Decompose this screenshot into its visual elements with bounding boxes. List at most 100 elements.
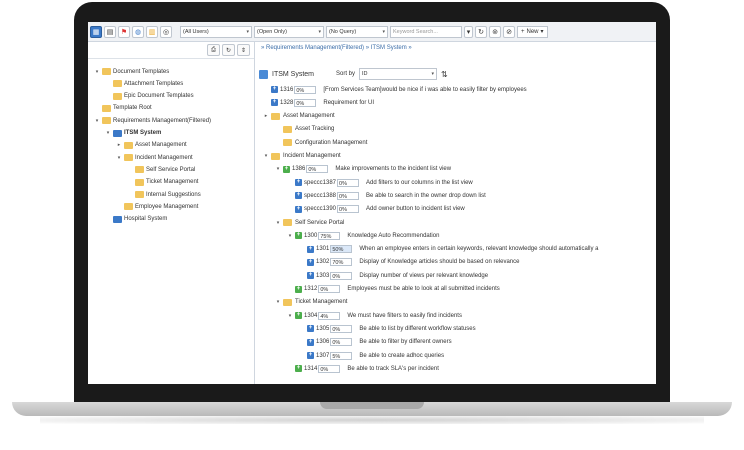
tree-view-icon[interactable]: ▦ <box>90 25 102 38</box>
item-row[interactable]: +1302 70% Display of Knowledge articles sh… <box>299 257 519 268</box>
tree-item[interactable]: Template Root <box>94 103 152 114</box>
item-id[interactable]: 1304 <box>304 313 317 319</box>
tree-item[interactable]: ▾ Requirements Management(Filtered) <box>94 115 211 126</box>
item-row[interactable]: ▾ +1386 0% Make improvements to the inciden… <box>275 164 451 175</box>
breadcrumb[interactable]: » Requirements Management(Filtered) » IT… <box>261 45 412 51</box>
collapse-icon[interactable]: ▸ <box>116 142 122 148</box>
settings-icon[interactable]: ◎ <box>160 25 172 38</box>
item-row[interactable]: +1328 0% Requirement for UI <box>263 97 374 108</box>
keyword-search-input[interactable]: Keyword Search... <box>390 25 462 38</box>
item-row[interactable]: + speccc1388 0% Be able to search in the ow… <box>287 190 486 201</box>
refresh-icon[interactable]: ↻ <box>475 25 487 38</box>
progress-field[interactable]: 0% <box>294 85 317 94</box>
item-row[interactable]: +1303 0% Display number of views per relev… <box>299 270 488 281</box>
progress-field[interactable]: 50% <box>330 245 353 254</box>
expand-icon[interactable]: ▾ <box>275 299 281 305</box>
item-row[interactable]: ▾ +1304 4% We must have filters to easily f… <box>287 310 462 321</box>
progress-field[interactable]: 0% <box>318 285 341 293</box>
tree-item[interactable]: Attachment Templates <box>105 78 183 89</box>
item-id[interactable]: 1300 <box>304 233 317 239</box>
progress-field[interactable]: 0% <box>294 98 317 107</box>
tree-item[interactable]: ▾ ITSM System <box>105 128 161 139</box>
item-id[interactable]: speccc1388 <box>304 193 336 199</box>
tree-item[interactable]: ▸ Asset Management <box>116 140 187 151</box>
collapse-icon[interactable]: ▸ <box>263 113 269 119</box>
expand-icon[interactable]: ▾ <box>287 233 293 239</box>
folder-row[interactable]: ▸ Asset Management <box>263 111 335 122</box>
expand-icon[interactable]: ▾ <box>263 153 269 159</box>
tree-item[interactable]: Hospital System <box>105 214 167 225</box>
query-filter-select[interactable]: (No Query) ▾ <box>326 25 388 38</box>
progress-field[interactable]: 4% <box>318 311 341 320</box>
expand-icon[interactable]: ▾ <box>94 118 100 124</box>
progress-field[interactable]: 75% <box>318 231 341 240</box>
progress-field[interactable]: 0% <box>330 324 353 333</box>
item-row[interactable]: ▾ +1300 75% Knowledge Auto Recommendation <box>287 230 439 241</box>
item-id[interactable]: 1386 <box>292 166 305 172</box>
item-row[interactable]: + speccc1390 0% Add owner button to inciden… <box>287 204 465 215</box>
sort-direction-icon[interactable]: ⇅ <box>441 70 448 79</box>
progress-field[interactable]: 5% <box>330 351 353 360</box>
expand-icon[interactable]: ▾ <box>105 130 111 136</box>
progress-field[interactable]: 0% <box>306 165 329 174</box>
item-row[interactable]: +1307 5% Be able to create adhoc queries <box>299 350 444 361</box>
progress-field[interactable]: 0% <box>337 191 360 200</box>
progress-field[interactable]: 0% <box>337 178 360 187</box>
tree-item[interactable]: ▾ Incident Management <box>116 152 193 163</box>
item-id[interactable]: 1328 <box>280 100 293 106</box>
progress-field[interactable]: 0% <box>337 205 360 214</box>
sort-select[interactable]: ID ▾ <box>359 68 438 80</box>
item-id[interactable]: 1306 <box>316 339 329 345</box>
progress-field[interactable]: 0% <box>330 271 353 280</box>
folder-row[interactable]: ▾ Self Service Portal <box>275 217 344 228</box>
folder-row[interactable]: Asset Tracking <box>275 124 334 135</box>
tree-item[interactable]: ▾ Document Templates <box>94 66 169 77</box>
progress-field[interactable]: 0% <box>318 364 341 373</box>
users-filter-select[interactable]: (All Users) ▾ <box>180 25 252 38</box>
search-dropdown-icon[interactable]: ▾ <box>464 25 473 38</box>
tree-item[interactable]: Epic Document Templates <box>105 91 194 102</box>
expand-icon[interactable]: ▾ <box>287 313 293 319</box>
item-row[interactable]: +1312 0% Employees must be able to look at… <box>287 284 500 295</box>
item-id[interactable]: 1303 <box>316 273 329 279</box>
new-button[interactable]: + New ▾ <box>517 25 548 38</box>
clear-filter-icon[interactable]: ⊘ <box>503 25 515 38</box>
item-id[interactable]: 1312 <box>304 286 317 292</box>
item-row[interactable]: +1316 0% [From Services Team]would be nice… <box>263 84 527 95</box>
item-id[interactable]: speccc1390 <box>304 206 336 212</box>
tree-item[interactable]: Internal Suggestions <box>127 189 201 200</box>
folder-row[interactable]: Configuration Management <box>275 137 367 148</box>
item-id[interactable]: 1301 <box>316 246 329 252</box>
item-id[interactable]: 1305 <box>316 326 329 332</box>
item-id[interactable]: 1307 <box>316 353 329 359</box>
item-row[interactable]: + speccc1387 0% Add filters to our columns … <box>287 177 473 188</box>
tree-item[interactable]: Employee Management <box>116 201 198 212</box>
expand-icon[interactable]: ▾ <box>275 220 281 226</box>
expand-icon[interactable]: ⇕ <box>237 44 250 56</box>
item-row[interactable]: +1305 0% Be able to list by different work… <box>299 323 476 334</box>
item-id[interactable]: 1316 <box>280 87 293 93</box>
reload-icon[interactable]: ↻ <box>222 44 235 56</box>
flag-icon[interactable]: ⚑ <box>118 25 130 38</box>
open-filter-select[interactable]: (Open Only) ▾ <box>254 25 324 38</box>
filter-icon[interactable]: ⊚ <box>489 25 501 38</box>
item-id[interactable]: 1302 <box>316 259 329 265</box>
tree-item[interactable]: Self Service Portal <box>127 164 195 175</box>
item-row[interactable]: +1314 0% Be able to track SLA's per incide… <box>287 363 439 374</box>
globe-icon[interactable]: ◍ <box>132 25 144 38</box>
expand-icon[interactable]: ▾ <box>275 166 281 172</box>
folder-row[interactable]: ▾ Ticket Management <box>275 297 347 308</box>
item-id[interactable]: speccc1387 <box>304 180 336 186</box>
folder-row[interactable]: ▾ Incident Management <box>263 151 341 162</box>
expand-icon[interactable]: ▾ <box>116 155 122 161</box>
expand-icon[interactable]: ▾ <box>94 69 100 75</box>
item-id[interactable]: 1314 <box>304 366 317 372</box>
progress-field[interactable]: 0% <box>330 338 353 347</box>
item-row[interactable]: +1306 0% Be able to filter by different ow… <box>299 337 452 348</box>
calendar-icon[interactable]: ▤ <box>104 25 116 38</box>
print-icon[interactable]: ⎙ <box>207 44 220 56</box>
progress-field[interactable]: 70% <box>330 258 353 267</box>
tree-item[interactable]: Ticket Management <box>127 177 198 188</box>
item-row[interactable]: +1301 50% When an employee enters in certa… <box>299 244 599 255</box>
chart-icon[interactable]: ▥ <box>146 25 158 38</box>
